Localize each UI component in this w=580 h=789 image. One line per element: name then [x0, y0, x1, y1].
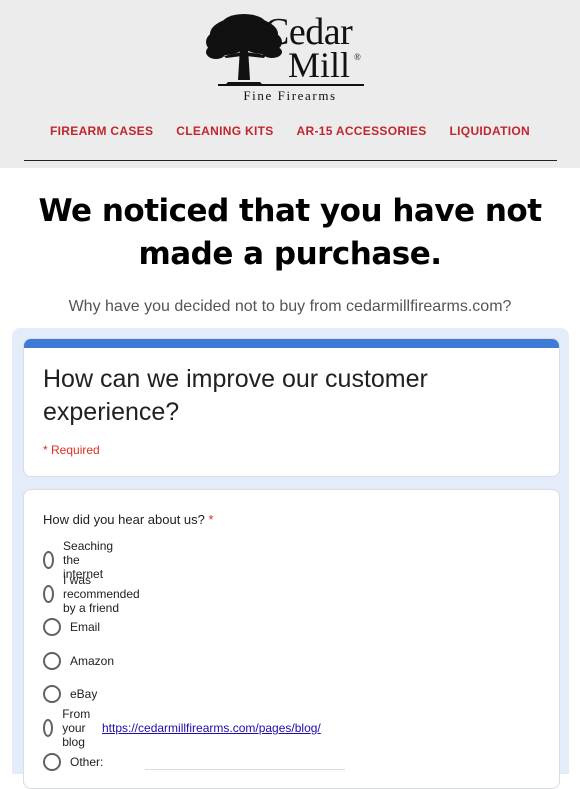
- option-label: I was recommended by a friend: [63, 573, 140, 615]
- radio-option[interactable]: I was recommended by a friend: [43, 573, 147, 615]
- nav-link-firearm-cases[interactable]: FIREARM CASES: [50, 124, 153, 138]
- radio-button[interactable]: [43, 753, 61, 771]
- radio-option-other[interactable]: Other:: [43, 752, 346, 772]
- radio-button[interactable]: [43, 652, 61, 670]
- option-label: eBay: [70, 687, 98, 701]
- option-label: Email: [70, 620, 101, 634]
- option-label: Other:: [70, 755, 104, 769]
- question-label: How did you hear about us? *: [43, 512, 214, 527]
- page-subheading: Why have you decided not to buy from ced…: [68, 298, 512, 315]
- option-label: From your blog: [62, 707, 91, 749]
- form-title-card: How can we improve our customer experien…: [23, 338, 560, 477]
- brand-name-mill: Mill: [288, 45, 351, 85]
- nav-link-liquidation[interactable]: LIQUIDATION: [450, 124, 530, 138]
- radio-button[interactable]: [43, 719, 54, 737]
- other-text-input[interactable]: [145, 768, 346, 770]
- registered-mark: ®: [354, 52, 361, 62]
- radio-option[interactable]: From your blog https://cedarmillfirearms…: [43, 707, 321, 749]
- page-headline: We noticed that you have not made a purc…: [38, 193, 542, 272]
- required-note: * Required: [43, 443, 100, 457]
- site-header: Cedar Mill ® Fine Firearms FIREARM CASES…: [0, 0, 580, 168]
- brand-logo[interactable]: Cedar Mill ® Fine Firearms: [200, 8, 380, 103]
- brand-tagline: Fine Firearms: [243, 88, 337, 103]
- radio-button[interactable]: [43, 551, 55, 569]
- nav-link-cleaning-kits[interactable]: CLEANING KITS: [176, 124, 273, 138]
- required-mark: *: [208, 512, 214, 527]
- option-label: Amazon: [70, 654, 115, 668]
- radio-option[interactable]: Seaching the internet: [43, 539, 120, 581]
- radio-button[interactable]: [43, 618, 61, 636]
- nav-divider: [24, 160, 557, 161]
- nav-link-ar15-accessories[interactable]: AR-15 ACCESSORIES: [297, 124, 427, 138]
- form-accent-bar: [24, 339, 559, 348]
- question-card: How did you hear about us? * Seaching th…: [23, 489, 560, 789]
- radio-option[interactable]: eBay: [43, 684, 97, 704]
- blog-link[interactable]: https://cedarmillfirearms.com/pages/blog…: [102, 721, 321, 735]
- logo-divider: [218, 84, 364, 86]
- radio-button[interactable]: [43, 585, 54, 603]
- radio-option[interactable]: Amazon: [43, 651, 114, 671]
- radio-button[interactable]: [43, 685, 61, 703]
- form-title: How can we improve our customer experien…: [43, 365, 428, 426]
- main-nav: FIREARM CASES CLEANING KITS AR-15 ACCESS…: [0, 124, 580, 138]
- question-text: How did you hear about us?: [43, 512, 205, 527]
- radio-option[interactable]: Email: [43, 617, 100, 637]
